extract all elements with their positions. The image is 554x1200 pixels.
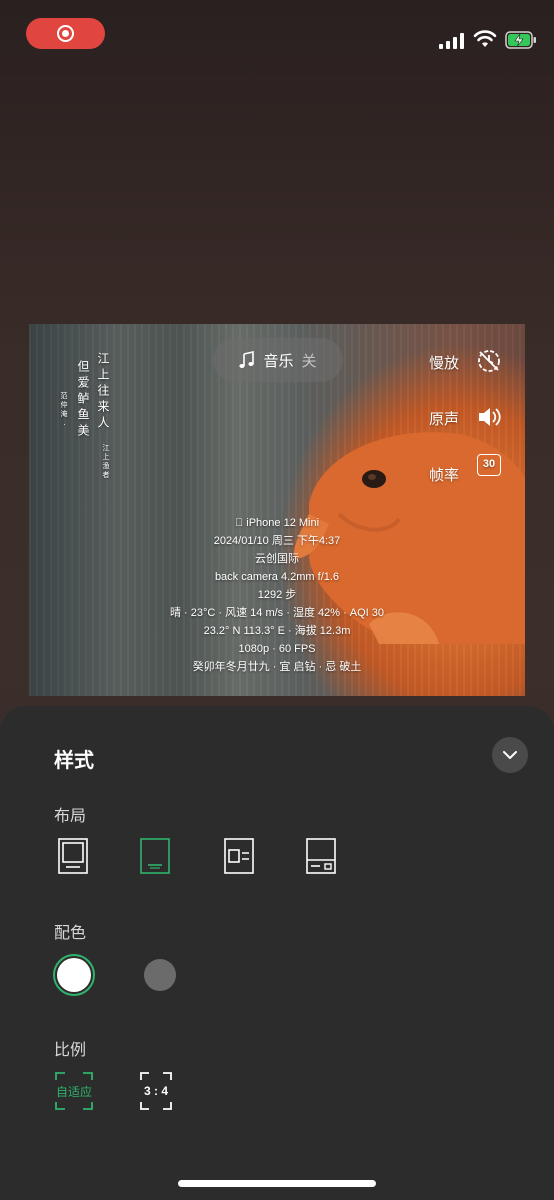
style-sheet: 样式 布局 配色 比例 自适应 3: 4 bbox=[0, 706, 554, 1200]
original-sound-label: 原声 bbox=[429, 411, 460, 428]
slow-motion-off-icon bbox=[478, 350, 500, 372]
music-label: 音乐 bbox=[263, 352, 294, 370]
speaker-icon bbox=[479, 408, 501, 426]
layout-option-frame[interactable] bbox=[58, 838, 88, 874]
color-section-label: 配色 bbox=[54, 925, 87, 942]
music-state: 关 bbox=[301, 352, 317, 370]
screen-recording-indicator[interactable] bbox=[26, 18, 105, 49]
weather-text: 晴 · 23°C · 风速 14 m/s · 湿度 42% · AQI 30 bbox=[169, 607, 385, 619]
original-sound-toggle[interactable]: 原声 bbox=[429, 408, 501, 429]
coordinates-text: 23.2° N 113.3° E · 海拔 12.3m bbox=[203, 625, 351, 637]
frame-rate-value: 30 bbox=[477, 454, 501, 476]
poem-title: 江上渔者 bbox=[102, 444, 110, 480]
color-option-gray[interactable] bbox=[144, 959, 176, 991]
video-format-text: 1080p · 60 FPS bbox=[238, 643, 316, 655]
white-swatch bbox=[57, 958, 91, 992]
slow-motion-label: 慢放 bbox=[429, 355, 460, 372]
camera-text: back camera 4.2mm f/1.6 bbox=[214, 571, 340, 583]
poem-line-1: 江上往来人 bbox=[96, 352, 110, 432]
ratio-section-label: 比例 bbox=[54, 1042, 87, 1059]
device-name: iPhone 12 Mini bbox=[240, 517, 319, 529]
almanac-text: 癸卯年冬月廿九 · 宜 启钻 · 忌 破土 bbox=[192, 661, 362, 673]
music-note-icon bbox=[239, 351, 255, 368]
location-text: 云创国际 bbox=[255, 553, 299, 565]
music-toggle[interactable]: 音乐 关 bbox=[213, 338, 343, 382]
ratio-option-adaptive[interactable]: 自适应 bbox=[55, 1072, 93, 1110]
poem-author: 范仲淹 · bbox=[60, 392, 68, 428]
sheet-title: 样式 bbox=[54, 750, 94, 772]
home-indicator[interactable] bbox=[178, 1180, 376, 1187]
wifi-icon bbox=[473, 30, 497, 47]
layout-option-side-card[interactable] bbox=[224, 838, 254, 874]
device-line:  iPhone 12 Mini bbox=[29, 514, 525, 532]
watermark-info:  iPhone 12 Mini 2024/01/10 周三 下午4:37 云创… bbox=[29, 514, 525, 676]
chevron-down-icon bbox=[503, 751, 517, 759]
poem-line-2: 但爱鲈鱼美 bbox=[76, 360, 90, 440]
record-icon bbox=[57, 25, 74, 42]
ratio-option-3-4[interactable]: 3 : 4 bbox=[137, 1072, 175, 1110]
collapse-button[interactable] bbox=[492, 737, 528, 773]
frame-rate-label: 帧率 bbox=[429, 467, 460, 484]
camera-preview[interactable]: 江上往来人 但爱鲈鱼美 范仲淹 · 江上渔者 音乐 关 慢放 原声 帧率 30 … bbox=[29, 324, 525, 696]
layout-option-bottom-bar[interactable] bbox=[306, 838, 336, 874]
datetime-text: 2024/01/10 周三 下午4:37 bbox=[213, 535, 341, 547]
layout-section-label: 布局 bbox=[54, 808, 87, 825]
steps-text: 1292 步 bbox=[257, 589, 297, 601]
frame-rate-selector[interactable]: 帧率 30 bbox=[429, 454, 501, 485]
ratio-3-4-label: 3 : 4 bbox=[143, 1084, 168, 1098]
slow-motion-toggle[interactable]: 慢放 bbox=[429, 350, 500, 373]
apple-logo-icon:  bbox=[235, 517, 243, 529]
battery-charging-icon bbox=[505, 31, 536, 49]
status-bar bbox=[0, 0, 554, 80]
layout-option-bottom-text[interactable] bbox=[140, 838, 170, 874]
ratio-adaptive-label: 自适应 bbox=[55, 1084, 92, 1099]
color-option-white[interactable] bbox=[53, 954, 95, 996]
cellular-signal-icon bbox=[439, 33, 464, 49]
